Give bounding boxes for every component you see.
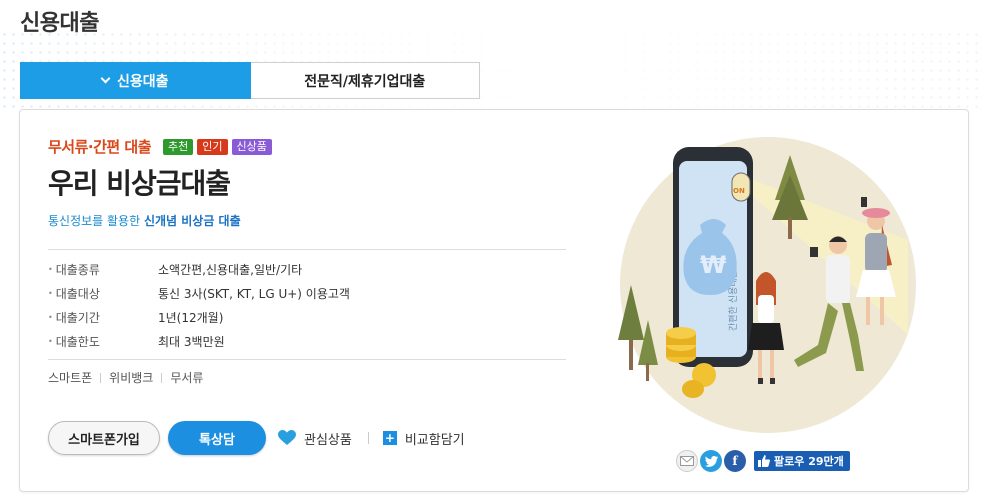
heart-icon: [278, 430, 296, 445]
badge-popular: 인기: [197, 138, 228, 155]
favorite-label: 관심상품: [304, 432, 352, 448]
twitter-icon[interactable]: [700, 450, 722, 472]
keyword-tag: 무서류: [170, 371, 204, 385]
like-count-label: 팔로우 29만개: [774, 455, 844, 468]
tab-label: 신용대출: [116, 73, 169, 90]
badge-recommended: 추천: [163, 138, 194, 155]
product-card: 무서류·간편 대출 추천 인기 신상품 우리 비상금대출 통신정보를 활용한 신…: [19, 109, 969, 492]
keyword-tag: 스마트폰: [48, 371, 93, 385]
keyword-divider: [100, 372, 102, 383]
keyword-tag: 위비뱅크: [109, 371, 154, 385]
tagline-prefix: 통신정보를 활용한: [48, 214, 144, 228]
won-symbol: ₩: [700, 251, 727, 279]
info-value: 소액간편,신용대출,일반/기타: [158, 262, 303, 277]
page-title: 신용대출: [20, 11, 99, 36]
facebook-glyph: f: [732, 454, 738, 468]
tab-bar: 신용대출 전문직/제휴기업대출: [20, 62, 480, 99]
product-tagline: 통신정보를 활용한 신개념 비상금 대출: [48, 212, 241, 229]
info-row-loan-limit: 대출한도 최대 3백만원: [48, 329, 566, 353]
facebook-like-button[interactable]: 팔로우 29만개: [754, 451, 850, 471]
keyword-divider: [161, 372, 163, 383]
tab-label: 전문직/제휴기업대출: [304, 73, 426, 90]
category-row: 무서류·간편 대출 추천 인기 신상품: [48, 136, 276, 157]
envelope-glyph: [680, 456, 694, 466]
compare-button[interactable]: + 비교함담기: [382, 429, 465, 448]
bird-glyph: [704, 455, 718, 467]
info-label: 대출대상: [48, 285, 158, 302]
info-value: 최대 3백만원: [158, 334, 225, 349]
plus-box-icon: +: [382, 431, 397, 445]
info-label: 대출한도: [48, 333, 158, 350]
info-row-loan-target: 대출대상 통신 3사(SKT, KT, LG U+) 이용고객: [48, 281, 566, 305]
info-label: 대출기간: [48, 309, 158, 326]
product-category: 무서류·간편 대출: [48, 138, 152, 156]
info-row-loan-period: 대출기간 1년(12개월): [48, 305, 566, 329]
mail-icon[interactable]: [676, 450, 698, 472]
toggle-label: ON: [733, 187, 745, 195]
tagline-highlight: 신개념 비상금 대출: [143, 214, 241, 228]
talk-consult-button[interactable]: 톡상담: [168, 421, 266, 455]
action-divider: [367, 432, 369, 444]
info-row-loan-type: 대출종류 소액간편,신용대출,일반/기타: [48, 257, 566, 281]
product-name: 우리 비상금대출: [48, 167, 231, 200]
action-bar: 스마트폰가입 톡상담 관심상품 + 비교함담기: [48, 421, 465, 455]
favorite-button[interactable]: 관심상품: [278, 429, 352, 448]
info-label: 대출종류: [48, 261, 158, 278]
tab-credit-loan[interactable]: 신용대출: [20, 62, 251, 99]
info-value: 통신 3사(SKT, KT, LG U+) 이용고객: [158, 286, 350, 301]
facebook-icon[interactable]: f: [724, 450, 746, 472]
tab-professional-loan[interactable]: 전문직/제휴기업대출: [250, 62, 480, 99]
smartphone-join-button[interactable]: 스마트폰가입: [48, 421, 160, 455]
thumbs-up-icon: [758, 455, 770, 467]
badge-new: 신상품: [231, 138, 272, 155]
chevron-down-icon: [100, 73, 111, 84]
loan-info-list: 대출종류 소액간편,신용대출,일반/기타 대출대상 통신 3사(SKT, KT,…: [48, 249, 566, 360]
keyword-list: 스마트폰 위비뱅크 무서류: [48, 369, 203, 386]
info-value: 1년(12개월): [158, 310, 224, 325]
share-bar: f 팔로우 29만개: [676, 450, 850, 472]
product-illustration: 간편한 신용대출 ON ₩: [618, 137, 916, 433]
compare-label: 비교함담기: [404, 432, 465, 448]
